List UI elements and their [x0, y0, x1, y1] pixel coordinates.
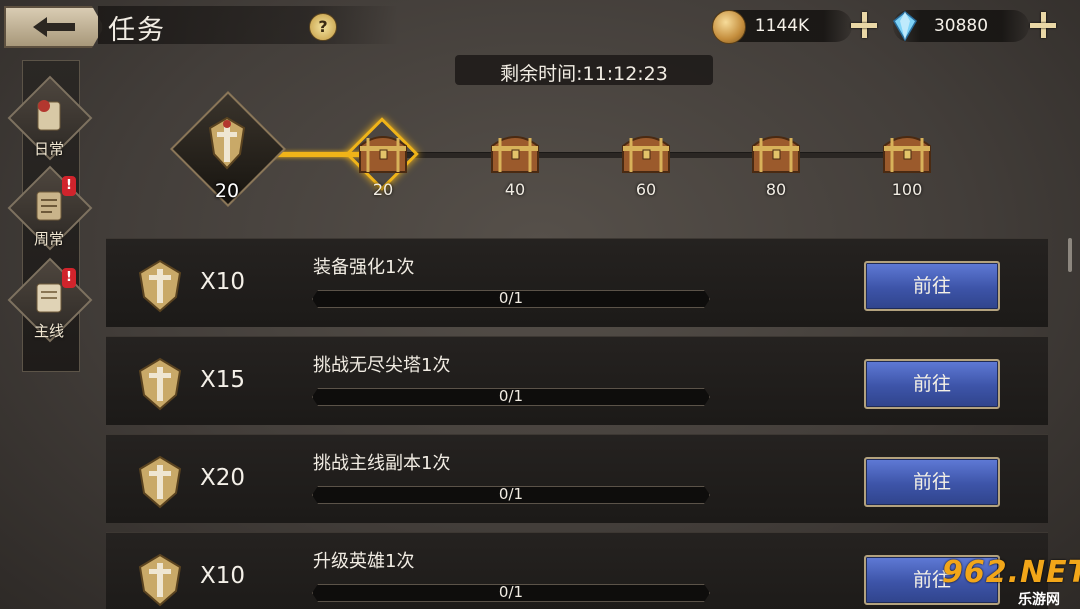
- activity-emblem-icon: [138, 357, 182, 411]
- sword-shield-emblem-icon: [208, 116, 246, 170]
- tab-label: 周常: [33, 230, 64, 248]
- treasure-chest-icon: [491, 136, 539, 173]
- task-row: X15 挑战无尽尖塔1次 0/1 前往: [106, 336, 1048, 425]
- task-name: 挑战主线副本1次: [313, 453, 451, 474]
- alert-badge: !: [62, 268, 76, 288]
- add-gem-button[interactable]: [1028, 10, 1058, 40]
- go-button[interactable]: 前往: [864, 359, 1000, 409]
- go-button[interactable]: 前往: [864, 261, 1000, 311]
- activity-emblem-icon: [138, 553, 182, 607]
- task-reward: X10: [200, 563, 246, 589]
- reward-chest-60[interactable]: 60: [611, 122, 681, 202]
- scroll-icon: [37, 100, 61, 131]
- task-row: X10 升级英雄1次 0/1 前往: [106, 532, 1048, 609]
- treasure-chest-icon: [359, 136, 407, 173]
- task-progress-text: 0/1: [498, 289, 524, 307]
- tab-label: 主线: [33, 322, 64, 340]
- treasure-chest-icon: [622, 136, 670, 173]
- reward-chest-20[interactable]: 20: [345, 117, 419, 202]
- reward-chest-80[interactable]: 80: [741, 122, 811, 202]
- task-progress-text: 0/1: [498, 387, 524, 405]
- add-gold-button[interactable]: [849, 10, 879, 40]
- activity-points-badge: 20: [170, 91, 286, 208]
- chest-threshold: 20: [372, 180, 394, 199]
- reward-chest-40[interactable]: 40: [480, 122, 550, 202]
- task-row: X10 装备强化1次 0/1 前往: [106, 238, 1048, 327]
- remaining-time: 剩余时间:11:12:23: [500, 63, 668, 85]
- chest-threshold: 60: [635, 180, 657, 199]
- task-name: 挑战无尽尖塔1次: [313, 355, 451, 376]
- map-icon: [36, 191, 62, 221]
- back-button[interactable]: [4, 6, 104, 48]
- page-title: 任务: [108, 15, 166, 46]
- task-progress-text: 0/1: [498, 583, 524, 601]
- task-reward: X20: [200, 465, 246, 491]
- scrollbar[interactable]: [1068, 238, 1072, 272]
- activity-emblem-icon: [138, 259, 182, 313]
- task-list[interactable]: X10 装备强化1次 0/1 前往 X15 挑战无尽尖塔1次 0/1 前往 X2…: [106, 238, 1048, 609]
- chest-threshold: 100: [891, 180, 923, 199]
- watermark: 962.NET 乐游网: [942, 555, 1080, 608]
- chest-threshold: 40: [504, 180, 526, 199]
- parchment-icon: [36, 283, 62, 313]
- task-name: 升级英雄1次: [313, 551, 415, 572]
- watermark-subtitle: 乐游网: [1018, 592, 1060, 608]
- timer-plate: 剩余时间:11:12:23: [455, 55, 713, 85]
- task-reward: X10: [200, 269, 246, 295]
- help-button[interactable]: ?: [309, 13, 337, 41]
- tab-daily[interactable]: 日常: [7, 75, 93, 166]
- alert-badge: !: [62, 176, 76, 196]
- activity-emblem-icon: [138, 455, 182, 509]
- task-reward: X15: [200, 367, 246, 393]
- task-progress-text: 0/1: [498, 485, 524, 503]
- activity-points-count: 20: [214, 180, 240, 202]
- gold-coin-icon: [712, 10, 746, 44]
- chest-threshold: 80: [765, 180, 787, 199]
- back-arrow-icon: [33, 17, 75, 37]
- task-row: X20 挑战主线副本1次 0/1 前往: [106, 434, 1048, 523]
- top-bar: 任务 ? 1144K 30880: [0, 0, 1080, 50]
- task-name: 装备强化1次: [313, 257, 415, 278]
- treasure-chest-icon: [883, 136, 931, 173]
- reward-chest-100[interactable]: 100: [872, 122, 942, 202]
- go-button[interactable]: 前往: [864, 457, 1000, 507]
- treasure-chest-icon: [752, 136, 800, 173]
- watermark-logo: 962.NET: [942, 555, 1080, 590]
- tab-weekly[interactable]: ! 周常: [7, 165, 93, 256]
- tab-label: 日常: [33, 140, 64, 158]
- blue-crystal-icon: [893, 11, 917, 41]
- tab-main[interactable]: ! 主线: [7, 257, 93, 348]
